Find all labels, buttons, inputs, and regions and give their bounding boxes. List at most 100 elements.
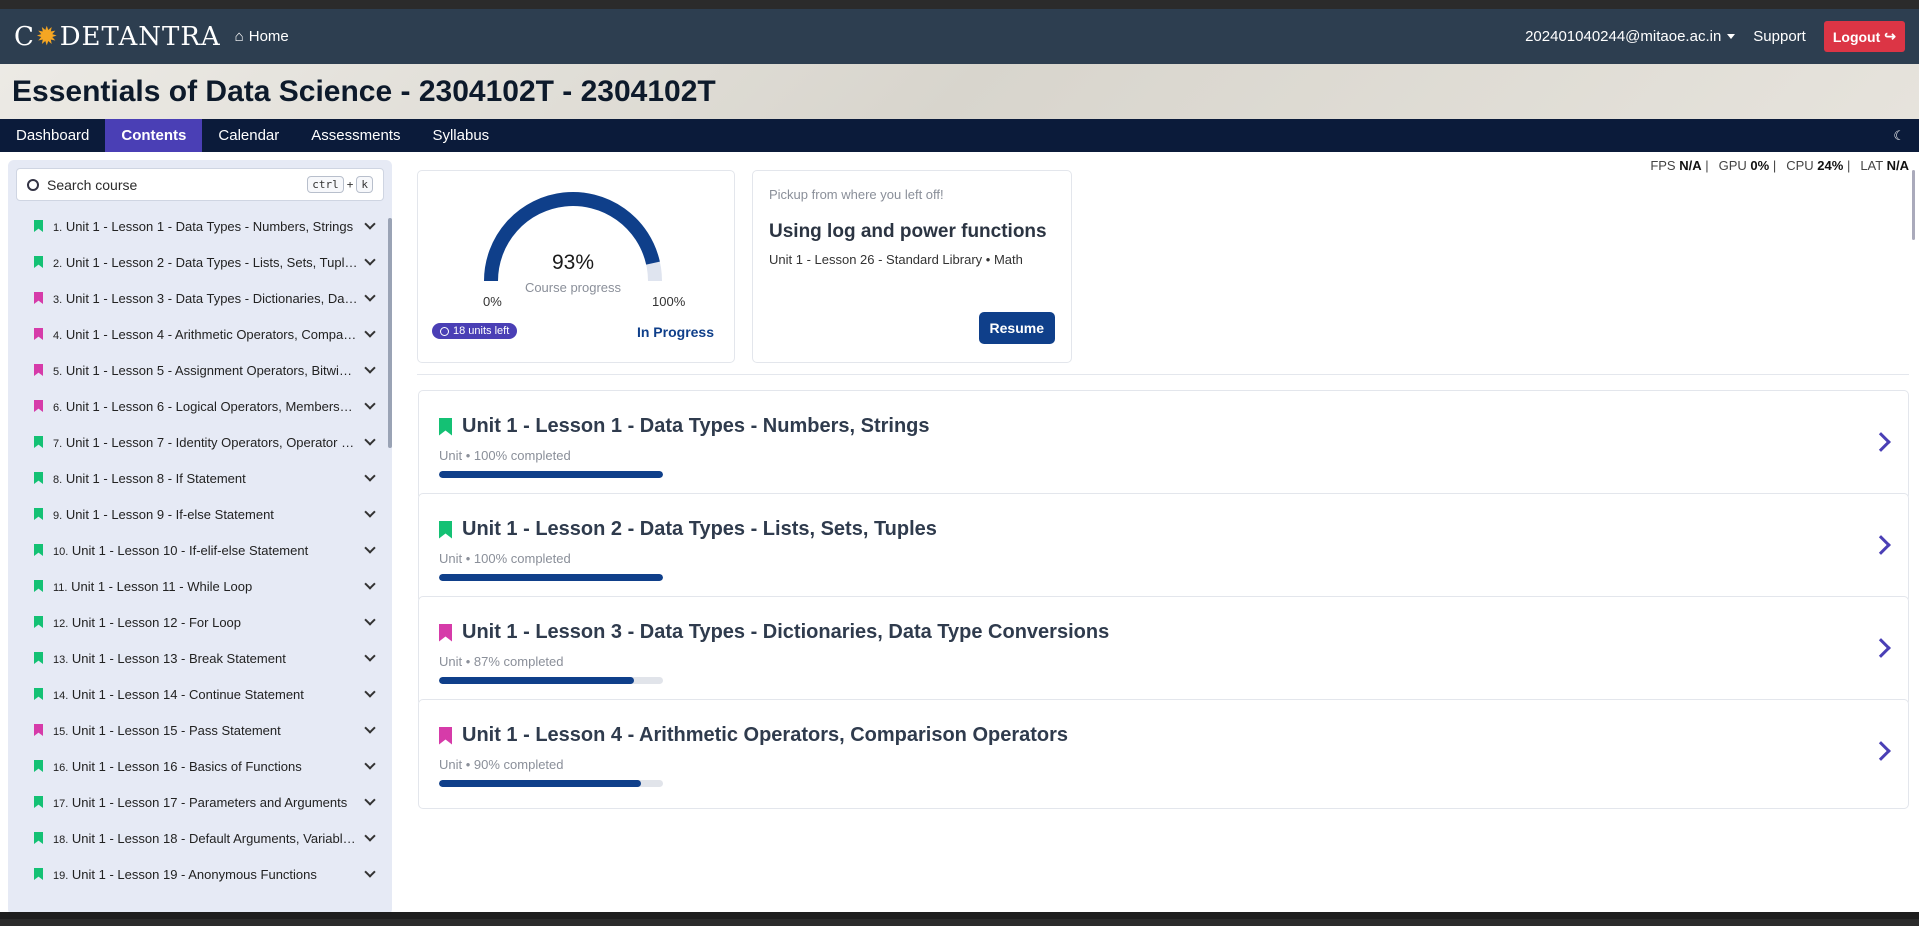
sidebar-lesson-item[interactable]: 17. Unit 1 - Lesson 17 - Parameters and … [8, 784, 384, 820]
resume-button[interactable]: Resume [978, 312, 1055, 344]
lesson-title: Unit 1 - Lesson 1 - Data Types - Numbers… [65, 218, 354, 234]
shortcut-key-ctrl: ctrl [307, 176, 344, 193]
sidebar-lesson-item[interactable]: 9. Unit 1 - Lesson 9 - If-else Statement [8, 496, 384, 532]
tab-assessments[interactable]: Assessments [295, 119, 416, 152]
unit-card-title: Unit 1 - Lesson 3 - Data Types - Diction… [462, 621, 1110, 643]
lesson-title: Unit 1 - Lesson 16 - Basics of Functions [71, 758, 302, 774]
unit-card-title-row: Unit 1 - Lesson 2 - Data Types - Lists, … [439, 518, 937, 541]
sidebar-lesson-item[interactable]: 1. Unit 1 - Lesson 1 - Data Types - Numb… [8, 208, 384, 244]
user-menu[interactable]: 202401040244@mitaoe.ac.in [1525, 28, 1736, 45]
dark-mode-moon-icon[interactable]: ☾ [1893, 119, 1919, 152]
main-scrollbar[interactable] [1912, 170, 1915, 240]
sidebar-lesson-item[interactable]: 13. Unit 1 - Lesson 13 - Break Statement [8, 640, 384, 676]
chevron-down-icon[interactable] [364, 326, 376, 338]
lesson-title: Unit 1 - Lesson 17 - Parameters and Argu… [71, 794, 348, 810]
bookmark-icon [34, 616, 43, 628]
bookmark-icon [34, 868, 43, 880]
tab-contents[interactable]: Contents [105, 119, 203, 152]
lesson-title: Unit 1 - Lesson 11 - While Loop [71, 578, 253, 594]
course-title: Essentials of Data Science - 2304102T - … [12, 74, 716, 108]
chevron-down-icon[interactable] [364, 686, 376, 698]
chevron-down-icon[interactable] [364, 578, 376, 590]
unit-card-title-row: Unit 1 - Lesson 1 - Data Types - Numbers… [439, 415, 930, 438]
unit-card[interactable]: Unit 1 - Lesson 4 - Arithmetic Operators… [418, 699, 1909, 809]
sidebar-lesson-item[interactable]: 11. Unit 1 - Lesson 11 - While Loop [8, 568, 384, 604]
unit-card-subtitle: Unit • 90% completed [439, 757, 564, 772]
sidebar-lesson-item[interactable]: 12. Unit 1 - Lesson 12 - For Loop [8, 604, 384, 640]
chevron-down-icon[interactable] [364, 218, 376, 230]
lesson-number: 18. [53, 833, 69, 846]
performance-stats: FPS N/A | GPU 0% | CPU 24% | LAT N/A [1650, 158, 1909, 173]
lesson-title: Unit 1 - Lesson 6 - Logical Operators, M… [65, 398, 358, 414]
unit-card-title: Unit 1 - Lesson 1 - Data Types - Numbers… [462, 415, 930, 437]
unit-card[interactable]: Unit 1 - Lesson 1 - Data Types - Numbers… [418, 390, 1909, 500]
chevron-right-icon[interactable] [1871, 535, 1891, 555]
support-link[interactable]: Support [1753, 28, 1806, 45]
chevron-down-icon[interactable] [364, 866, 376, 878]
chevron-down-icon[interactable] [364, 830, 376, 842]
bottom-edge [0, 912, 1919, 919]
lesson-number: 13. [53, 653, 69, 666]
logout-label: Logout [1832, 28, 1881, 45]
top-navbar: C ✹ DETANTRA ⌂ Home 202401040244@mitaoe.… [0, 9, 1919, 64]
sidebar-lesson-label: 4. Unit 1 - Lesson 4 - Arithmetic Operat… [53, 327, 358, 342]
chevron-down-icon[interactable] [364, 506, 376, 518]
sidebar-lesson-item[interactable]: 6. Unit 1 - Lesson 6 - Logical Operators… [8, 388, 384, 424]
chevron-down-icon[interactable] [364, 542, 376, 554]
logout-button[interactable]: Logout ↪ [1823, 21, 1905, 52]
sidebar-lesson-item[interactable]: 3. Unit 1 - Lesson 3 - Data Types - Dict… [8, 280, 384, 316]
user-email: 202401040244@mitaoe.ac.in [1525, 28, 1722, 45]
bookmark-icon [34, 220, 43, 232]
chevron-down-icon[interactable] [364, 650, 376, 662]
lesson-number: 4. [53, 329, 63, 342]
chevron-down-icon[interactable] [364, 470, 376, 482]
chevron-down-icon[interactable] [364, 398, 376, 410]
chevron-down-icon[interactable] [364, 614, 376, 626]
lesson-title: Unit 1 - Lesson 13 - Break Statement [71, 650, 286, 666]
lesson-number: 14. [53, 689, 69, 702]
lesson-title: Unit 1 - Lesson 14 - Continue Statement [71, 686, 304, 702]
codetantra-logo[interactable]: C ✹ DETANTRA [14, 22, 221, 52]
sidebar-lesson-label: 2. Unit 1 - Lesson 2 - Data Types - List… [53, 255, 358, 270]
chevron-down-icon[interactable] [364, 254, 376, 266]
progress-label: Course progress [524, 280, 622, 295]
chevron-right-icon[interactable] [1871, 432, 1891, 452]
sidebar-lesson-item[interactable]: 10. Unit 1 - Lesson 10 - If-elif-else St… [8, 532, 384, 568]
tab-syllabus[interactable]: Syllabus [416, 119, 505, 152]
chevron-down-icon[interactable] [364, 722, 376, 734]
sidebar-lesson-item[interactable]: 7. Unit 1 - Lesson 7 - Identity Operator… [8, 424, 384, 460]
chevron-down-icon[interactable] [364, 434, 376, 446]
bookmark-icon [34, 400, 43, 412]
home-link[interactable]: ⌂ Home [235, 28, 289, 45]
unit-progress-bar [439, 574, 663, 581]
sidebar-lesson-item[interactable]: 2. Unit 1 - Lesson 2 - Data Types - List… [8, 244, 384, 280]
lesson-number: 10. [53, 545, 69, 558]
bookmark-icon [439, 520, 452, 539]
sidebar-lesson-item[interactable]: 5. Unit 1 - Lesson 5 - Assignment Operat… [8, 352, 384, 388]
sidebar-scrollbar[interactable] [388, 218, 392, 448]
chevron-down-icon[interactable] [364, 290, 376, 302]
chevron-down-icon[interactable] [364, 758, 376, 770]
sidebar-lesson-label: 17. Unit 1 - Lesson 17 - Parameters and … [53, 795, 358, 810]
sidebar-lesson-label: 16. Unit 1 - Lesson 16 - Basics of Funct… [53, 759, 358, 774]
gpu-label: GPU [1718, 158, 1747, 173]
tab-calendar[interactable]: Calendar [202, 119, 295, 152]
chevron-down-icon[interactable] [364, 794, 376, 806]
unit-card[interactable]: Unit 1 - Lesson 2 - Data Types - Lists, … [418, 493, 1909, 603]
sidebar-lesson-item[interactable]: 14. Unit 1 - Lesson 14 - Continue Statem… [8, 676, 384, 712]
sidebar-lesson-label: 1. Unit 1 - Lesson 1 - Data Types - Numb… [53, 219, 358, 234]
tab-dashboard[interactable]: Dashboard [0, 119, 105, 152]
sidebar-lesson-item[interactable]: 8. Unit 1 - Lesson 8 - If Statement [8, 460, 384, 496]
lesson-number: 9. [53, 509, 63, 522]
sidebar-lesson-item[interactable]: 19. Unit 1 - Lesson 19 - Anonymous Funct… [8, 856, 384, 892]
sidebar-lesson-item[interactable]: 18. Unit 1 - Lesson 18 - Default Argumen… [8, 820, 384, 856]
search-course-input[interactable]: Search course ctrl + k [16, 168, 384, 201]
sidebar-lesson-item[interactable]: 16. Unit 1 - Lesson 16 - Basics of Funct… [8, 748, 384, 784]
lesson-number: 17. [53, 797, 69, 810]
chevron-down-icon[interactable] [364, 362, 376, 374]
sidebar-lesson-item[interactable]: 15. Unit 1 - Lesson 15 - Pass Statement [8, 712, 384, 748]
sidebar-lesson-item[interactable]: 4. Unit 1 - Lesson 4 - Arithmetic Operat… [8, 316, 384, 352]
unit-card[interactable]: Unit 1 - Lesson 3 - Data Types - Diction… [418, 596, 1909, 706]
chevron-right-icon[interactable] [1871, 638, 1891, 658]
chevron-right-icon[interactable] [1871, 741, 1891, 761]
